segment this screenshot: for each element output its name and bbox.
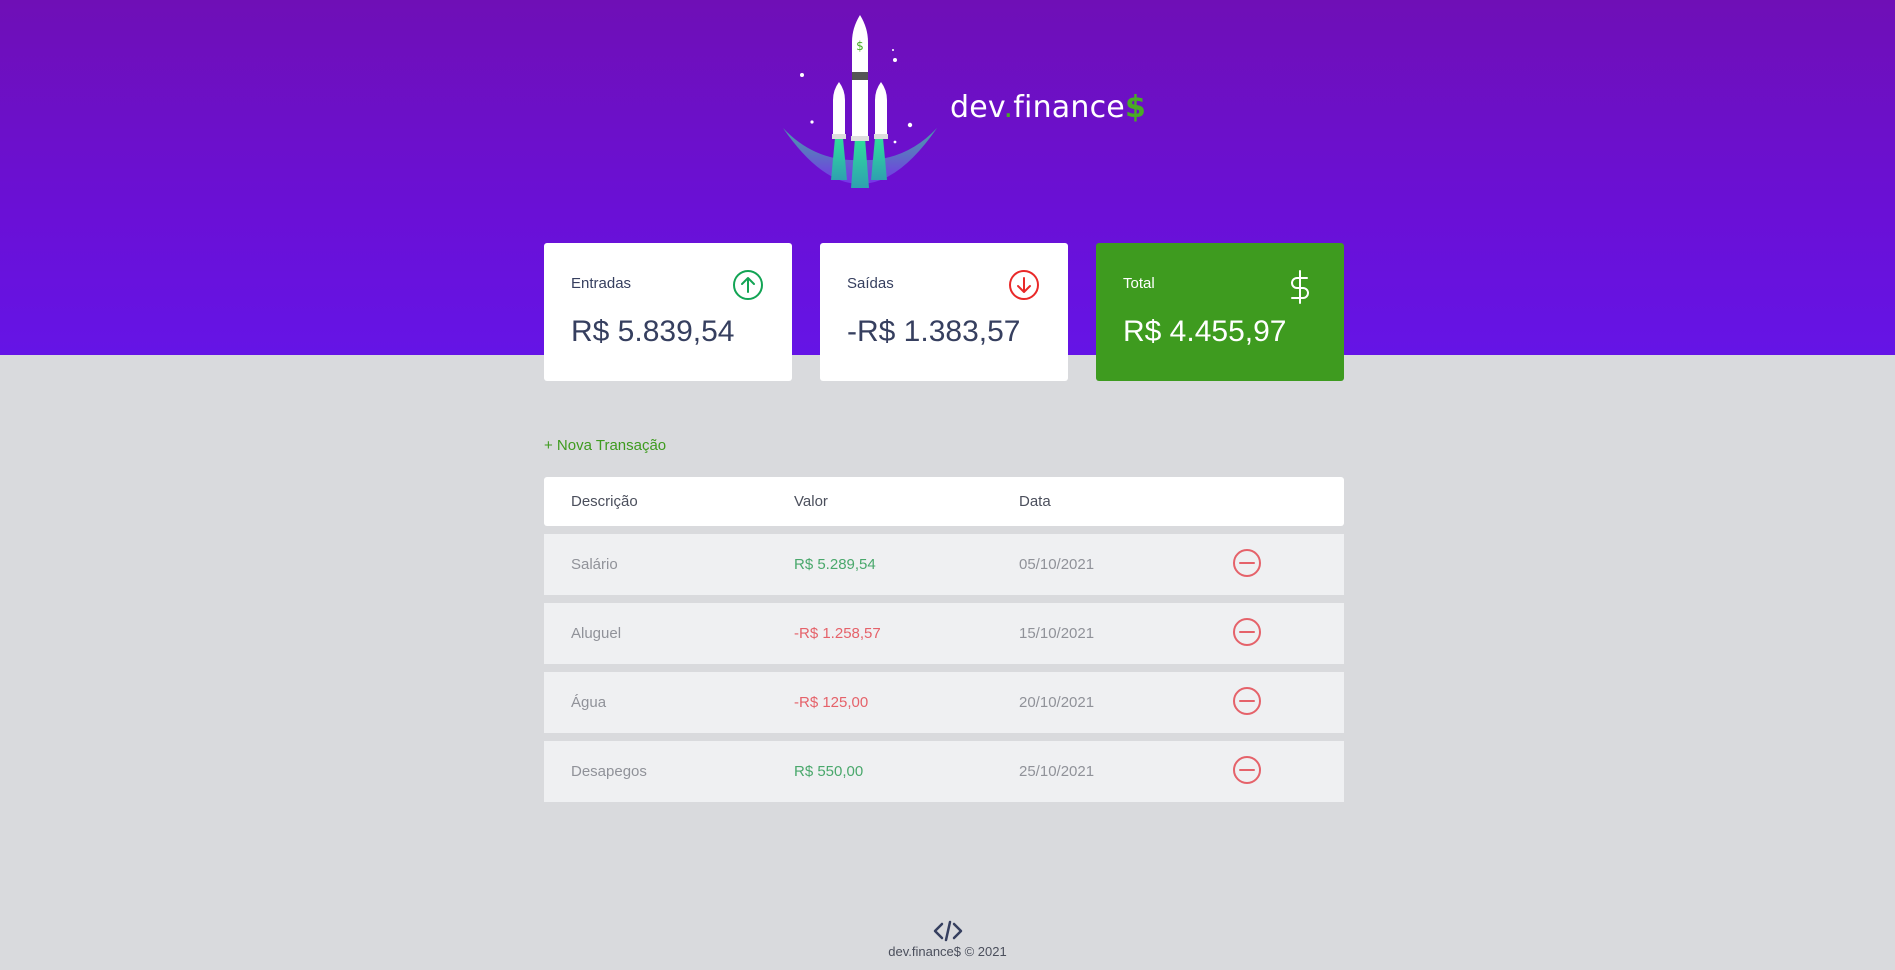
minus-circle-icon[interactable]	[1232, 617, 1262, 647]
row-actions	[1232, 534, 1262, 595]
brand-suffix: finance	[1013, 90, 1125, 125]
row-amount: R$ 550,00	[794, 763, 864, 780]
minus-circle-icon[interactable]	[1232, 548, 1262, 578]
header-amount: Valor	[794, 493, 828, 510]
rocket-icon: $	[783, 15, 937, 188]
expense-label: Saídas	[847, 275, 894, 292]
dollar-icon	[1284, 269, 1316, 310]
footer: dev.finance$ © 2021	[0, 920, 1895, 959]
row-actions	[1232, 741, 1262, 802]
transactions-table: Descrição Valor Data Salário R$ 5.289,54…	[544, 477, 1344, 802]
row-date: 25/10/2021	[1019, 763, 1095, 780]
footer-text: dev.finance$ © 2021	[888, 944, 1007, 959]
row-date: 05/10/2021	[1019, 556, 1095, 573]
row-actions	[1232, 603, 1262, 664]
minus-circle-icon[interactable]	[1232, 686, 1262, 716]
table-row: Aluguel -R$ 1.258,57 15/10/2021	[544, 603, 1344, 664]
header-date: Data	[1019, 493, 1051, 510]
brand-dot: .	[1003, 90, 1014, 125]
total-card: Total R$ 4.455,97	[1096, 243, 1344, 381]
row-amount: R$ 5.289,54	[794, 556, 876, 573]
income-label: Entradas	[571, 275, 632, 292]
table-row: Salário R$ 5.289,54 05/10/2021	[544, 534, 1344, 595]
total-value: R$ 4.455,97	[1123, 315, 1287, 348]
minus-circle-icon[interactable]	[1232, 755, 1262, 785]
arrow-up-circle-icon	[732, 269, 764, 306]
row-description: Água	[571, 694, 607, 711]
brand-name: dev.finance$	[950, 90, 1146, 125]
arrow-down-circle-icon	[1008, 269, 1040, 306]
row-date: 20/10/2021	[1019, 694, 1095, 711]
income-value: R$ 5.839,54	[571, 315, 735, 348]
expense-card: Saídas -R$ 1.383,57	[820, 243, 1068, 381]
new-transaction-button[interactable]: + Nova Transação	[544, 437, 666, 454]
row-amount: -R$ 125,00	[794, 694, 869, 711]
header-description: Descrição	[571, 493, 638, 510]
brand-symbol: $	[1124, 90, 1147, 125]
total-label: Total	[1123, 275, 1155, 292]
table-row: Desapegos R$ 550,00 25/10/2021	[544, 741, 1344, 802]
code-icon	[933, 920, 962, 942]
row-date: 15/10/2021	[1019, 625, 1095, 642]
svg-text:$: $	[856, 39, 864, 53]
row-description: Desapegos	[571, 763, 647, 780]
row-description: Aluguel	[571, 625, 622, 642]
table-row: Água -R$ 125,00 20/10/2021	[544, 672, 1344, 733]
logo: $ dev.finance$	[775, 10, 1146, 210]
brand-prefix: dev	[950, 90, 1004, 125]
row-actions	[1232, 672, 1262, 733]
income-card: Entradas R$ 5.839,54	[544, 243, 792, 381]
row-amount: -R$ 1.258,57	[794, 625, 881, 642]
expense-value: -R$ 1.383,57	[847, 315, 1021, 348]
table-header: Descrição Valor Data	[544, 477, 1344, 526]
row-description: Salário	[571, 556, 618, 573]
balance-cards: Entradas R$ 5.839,54 Saídas -R$ 1.383,57…	[544, 243, 1344, 381]
